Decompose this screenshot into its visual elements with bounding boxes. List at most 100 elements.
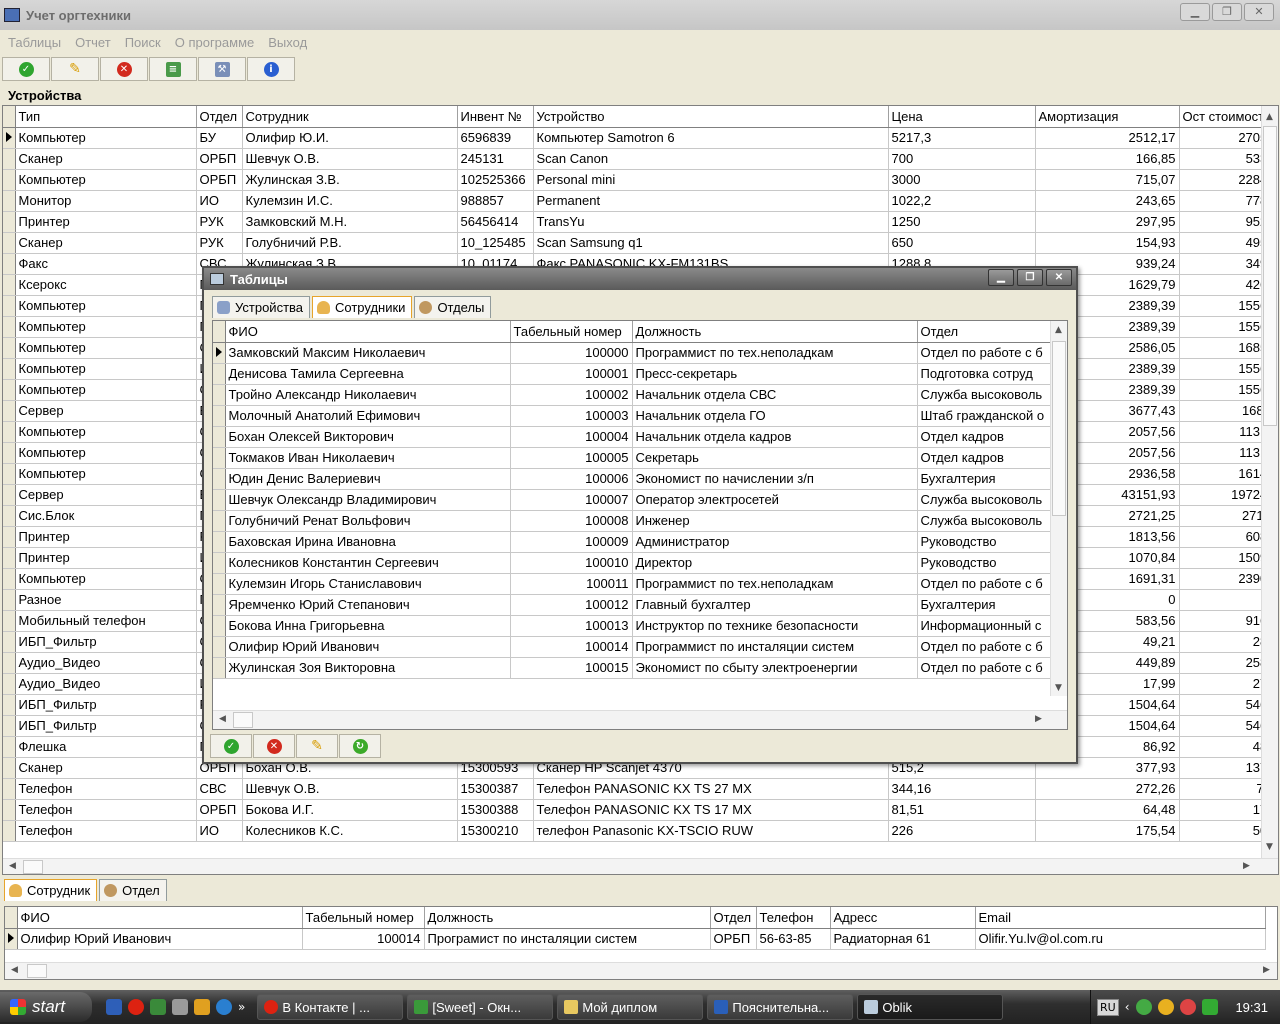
dev-inventory[interactable]: 6596839: [457, 127, 534, 149]
emp-position[interactable]: Начальник отдела СВС: [632, 384, 918, 406]
tools-button[interactable]: ⚒: [198, 57, 246, 81]
close-button[interactable]: ✕: [1244, 3, 1274, 21]
menu-about[interactable]: О программе: [175, 35, 255, 50]
dlg-col-tabnum[interactable]: Табельный номер: [510, 321, 633, 343]
dev-type[interactable]: Принтер: [15, 547, 197, 569]
dev-type[interactable]: Сканер: [15, 757, 197, 779]
desktop-icon[interactable]: [106, 999, 122, 1015]
menu-report[interactable]: Отчет: [75, 35, 111, 50]
employee-list-row[interactable]: Юдин Денис Валериевич 100006 Экономист по …: [213, 468, 1052, 490]
dev-amortization[interactable]: 2512,17: [1035, 127, 1180, 149]
emp-name[interactable]: Молочный Анатолий Ефимович: [225, 405, 511, 427]
emp-dept[interactable]: Бухгалтерия: [917, 468, 1052, 490]
emp-col-position[interactable]: Должность: [424, 907, 711, 929]
emp-name[interactable]: Бокова Инна Григорьевна: [225, 615, 511, 637]
dev-device[interactable]: Scan Samsung q1: [533, 232, 889, 254]
dialog-titlebar[interactable]: Таблицы ▁ ❐ ✕: [204, 268, 1076, 290]
dev-dept[interactable]: РУК: [196, 232, 243, 254]
emp-position[interactable]: Оператор электросетей: [632, 489, 918, 511]
menu-tables[interactable]: Таблицы: [8, 35, 61, 50]
dev-type[interactable]: Компьютер: [15, 169, 197, 191]
devices-hscroll[interactable]: ◀ ▶: [3, 858, 1278, 874]
emp-tabnum[interactable]: 100005: [510, 447, 633, 469]
dev-price[interactable]: 1022,2: [888, 190, 1036, 212]
dev-inventory[interactable]: 245131: [457, 148, 534, 170]
emp-dept[interactable]: Служба высоковоль: [917, 489, 1052, 511]
emp-tabnum[interactable]: 100000: [510, 342, 633, 364]
dev-type[interactable]: Компьютер: [15, 421, 197, 443]
dev-employee[interactable]: Кулемзин И.С.: [242, 190, 458, 212]
maximize-button[interactable]: ❐: [1212, 3, 1242, 21]
emp-col-email[interactable]: Email: [975, 907, 1266, 929]
emp-dept[interactable]: Отдел по работе с б: [917, 657, 1052, 679]
device-row[interactable]: Монитор ИО Кулемзин И.С. 988857 Permanent 102…: [3, 190, 1275, 212]
dev-type[interactable]: Принтер: [15, 526, 197, 548]
col-amortization[interactable]: Амортизация: [1035, 106, 1180, 128]
dev-amortization[interactable]: 175,54: [1035, 820, 1180, 842]
info-button[interactable]: i: [247, 57, 295, 81]
dev-inventory[interactable]: 15300210: [457, 820, 534, 842]
emp-address[interactable]: Радиаторная 61: [830, 928, 976, 950]
dev-employee[interactable]: Шевчук О.В.: [242, 148, 458, 170]
emp-col-tabnum[interactable]: Табельный номер: [302, 907, 425, 929]
emp-position[interactable]: Инженер: [632, 510, 918, 532]
dev-price[interactable]: 81,51: [888, 799, 1036, 821]
emp-col-phone[interactable]: Телефон: [756, 907, 831, 929]
employee-hscroll[interactable]: ◀ ▶: [5, 962, 1277, 979]
emp-dept[interactable]: Подготовка сотруд: [917, 363, 1052, 385]
opera-icon[interactable]: [128, 999, 144, 1015]
dlg-col-position[interactable]: Должность: [632, 321, 918, 343]
task-vkontakte[interactable]: В Контакте | ...: [257, 994, 404, 1020]
dlg-col-name[interactable]: ФИО: [225, 321, 511, 343]
dev-price[interactable]: 1250: [888, 211, 1036, 233]
emp-position[interactable]: Секретарь: [632, 447, 918, 469]
devices-hscroll-thumb[interactable]: [23, 860, 43, 874]
dev-price[interactable]: 226: [888, 820, 1036, 842]
employees-hscroll[interactable]: ◀ ▶: [213, 710, 1067, 729]
col-type[interactable]: Тип: [15, 106, 197, 128]
emp-name[interactable]: Кулемзин Игорь Станиславович: [225, 573, 511, 595]
emp-name[interactable]: Токмаков Иван Николаевич: [225, 447, 511, 469]
dev-type[interactable]: ИБП_Фильтр: [15, 631, 197, 653]
emp-name[interactable]: Олифир Юрий Иванович: [225, 636, 511, 658]
app-icon-3[interactable]: [194, 999, 210, 1015]
emp-dept[interactable]: Отдел кадров: [917, 447, 1052, 469]
devices-vscroll-thumb[interactable]: [1263, 126, 1277, 426]
scroll-left-icon[interactable]: ◀: [219, 714, 226, 724]
scroll-down-icon[interactable]: ▼: [1266, 842, 1273, 852]
emp-dept[interactable]: Отдел кадров: [917, 426, 1052, 448]
dev-amortization[interactable]: 272,26: [1035, 778, 1180, 800]
dev-type[interactable]: Компьютер: [15, 379, 197, 401]
dev-employee[interactable]: Голубничий Р.В.: [242, 232, 458, 254]
emp-position[interactable]: Администратор: [632, 531, 918, 553]
dev-type[interactable]: Сканер: [15, 148, 197, 170]
dev-device[interactable]: телефон Panasonic KX-TSCIO RUW: [533, 820, 889, 842]
emp-dept[interactable]: Отдел по работе с б: [917, 342, 1052, 364]
ie-icon[interactable]: [216, 999, 232, 1015]
confirm-button[interactable]: ✓: [2, 57, 50, 81]
dev-employee[interactable]: Замковский М.Н.: [242, 211, 458, 233]
device-row[interactable]: Телефон ОРБП Бокова И.Г. 15300388 Телефон PA…: [3, 799, 1275, 821]
device-row[interactable]: Компьютер ОРБП Жулинская З.В. 102525366 Pers…: [3, 169, 1275, 191]
dev-type[interactable]: ИБП_Фильтр: [15, 715, 197, 737]
emp-name[interactable]: Шевчук Олександр Владимирович: [225, 489, 511, 511]
dev-dept[interactable]: ОРБП: [196, 169, 243, 191]
dev-type[interactable]: Мобильный телефон: [15, 610, 197, 632]
dev-amortization[interactable]: 715,07: [1035, 169, 1180, 191]
dev-type[interactable]: Сис.Блок: [15, 505, 197, 527]
dev-inventory[interactable]: 10_125485: [457, 232, 534, 254]
emp-name[interactable]: Олифир Юрий Иванович: [17, 928, 303, 950]
dialog-close-button[interactable]: ✕: [1046, 269, 1072, 286]
dev-employee[interactable]: Бокова И.Г.: [242, 799, 458, 821]
dev-device[interactable]: Телефон PANASONIC KX TS 27 MX: [533, 778, 889, 800]
scroll-left-icon[interactable]: ◀: [9, 861, 16, 871]
dev-inventory[interactable]: 15300388: [457, 799, 534, 821]
dev-device[interactable]: TransYu: [533, 211, 889, 233]
emp-dept[interactable]: Отдел по работе с б: [917, 573, 1052, 595]
emp-dept[interactable]: Информационный с: [917, 615, 1052, 637]
dialog-confirm-button[interactable]: ✓: [210, 734, 252, 758]
employee-list-row[interactable]: Олифир Юрий Иванович 100014 Программист по…: [213, 636, 1052, 658]
device-row[interactable]: Принтер РУК Замковский М.Н. 56456414 TransYu…: [3, 211, 1275, 233]
delete-button[interactable]: ✕: [100, 57, 148, 81]
tab-departments[interactable]: Отделы: [414, 296, 492, 318]
